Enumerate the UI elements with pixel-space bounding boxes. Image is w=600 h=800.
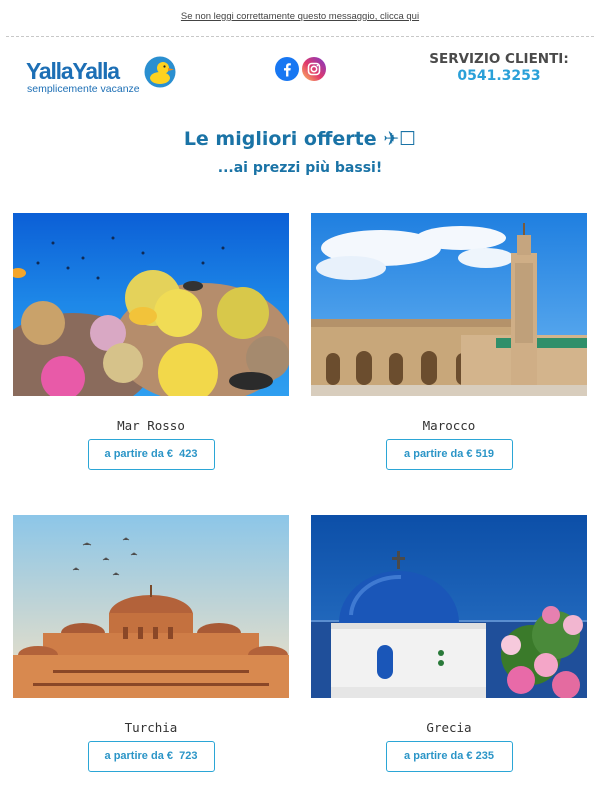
divider [6, 36, 594, 37]
offer-card-turchia: Turchia a partire da € 723 [13, 515, 289, 772]
offer-title: Turchia [124, 720, 178, 735]
facebook-icon[interactable] [275, 57, 299, 81]
logo-tagline: semplicemente vacanze [27, 83, 140, 95]
offer-image-turchia[interactable] [13, 515, 289, 698]
offer-image-mar-rosso[interactable] [13, 213, 289, 396]
offer-card-grecia: Grecia a partire da € 235 [311, 515, 587, 772]
offer-price-button[interactable]: a partire da € 423 [87, 439, 215, 470]
offer-image-marocco[interactable] [311, 213, 587, 396]
offer-price-button[interactable]: a partire da € 723 [87, 741, 215, 772]
offer-title: Mar Rosso [117, 418, 185, 433]
logo-text: YallaYalla [26, 58, 120, 84]
offer-card-mar-rosso: Mar Rosso a partire da € 423 [13, 213, 289, 470]
offer-price-button[interactable]: a partire da € 519 [385, 439, 513, 470]
offer-price-button[interactable]: a partire da € 235 [385, 741, 513, 772]
instagram-icon[interactable] [302, 57, 326, 81]
page-subtitle: ...ai prezzi più bassi! [217, 160, 383, 176]
offer-title: Marocco [422, 418, 476, 433]
offer-card-marocco: Marocco a partire da € 519 [311, 213, 587, 470]
duck-icon [144, 56, 176, 88]
offer-title: Grecia [426, 720, 472, 735]
offer-image-grecia[interactable] [311, 515, 587, 698]
logo[interactable]: YallaYalla semplicemente vacanze [26, 56, 186, 98]
customer-service: SERVIZIO CLIENTI: 0541.3253 [420, 51, 578, 84]
page-title: Le migliori offerte ✈☐ [183, 128, 417, 150]
service-phone[interactable]: 0541.3253 [420, 68, 578, 84]
service-label: SERVIZIO CLIENTI: [429, 51, 569, 67]
view-online-link[interactable]: Se non leggi correttamente questo messag… [0, 11, 600, 22]
social-links [275, 57, 326, 81]
